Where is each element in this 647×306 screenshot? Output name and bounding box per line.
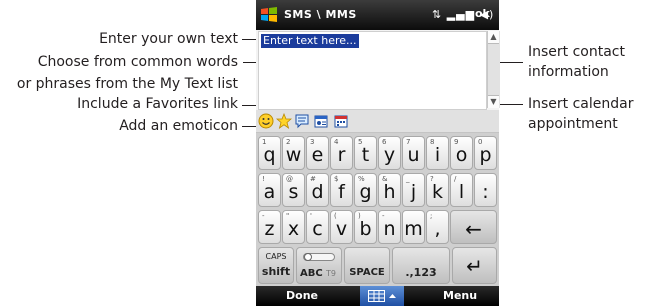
key-u[interactable]: 7u <box>402 136 425 170</box>
callout-contact-2: information <box>528 64 609 80</box>
callout-choose-common-1: Choose from common words <box>37 54 238 70</box>
caps-shift-key[interactable]: CAPS shift <box>258 247 294 284</box>
scroll-up-arrow-icon[interactable]: ▲ <box>488 31 499 44</box>
callout-favorites: Include a Favorites link <box>77 96 238 112</box>
callout-line-enter-text <box>242 39 256 40</box>
key-d[interactable]: # d <box>306 173 329 207</box>
title-bar: SMS \ MMS ⇅ ▂▄▆ ◀) ok <box>256 0 499 30</box>
scroll-down-arrow-icon[interactable]: ▼ <box>488 95 499 108</box>
symbols-label: .,123 <box>405 266 437 279</box>
app-title: SMS \ MMS <box>284 8 357 21</box>
callout-calendar-2: appointment <box>528 116 618 132</box>
ok-button[interactable]: ok <box>475 7 490 20</box>
abc-t9-toggle-key[interactable]: ABC T9 <box>296 247 342 284</box>
favorites-star-icon[interactable] <box>276 113 292 129</box>
input-method-selector[interactable] <box>360 286 404 306</box>
menu-softkey[interactable]: Menu <box>443 289 477 302</box>
space-key[interactable]: SPACE <box>344 247 390 284</box>
key-m[interactable]: m <box>402 210 425 244</box>
insert-toolbar <box>256 110 499 133</box>
callout-choose-common-2: or phrases from the My Text list <box>16 76 238 92</box>
key-n[interactable]: -n <box>378 210 401 244</box>
message-placeholder: Enter text here... <box>261 34 359 48</box>
key-g[interactable]: % g <box>354 173 377 207</box>
key-v[interactable]: (v <box>330 210 353 244</box>
callout-contact-1: Insert contact <box>528 44 625 60</box>
phone-screen: SMS \ MMS ⇅ ▂▄▆ ◀) ok Enter text here...… <box>256 0 500 306</box>
toggle-switch-icon <box>303 253 335 261</box>
key-r[interactable]: 4r <box>330 136 353 170</box>
callout-emoticon: Add an emoticon <box>119 118 238 134</box>
key-f[interactable]: $ f <box>330 173 353 207</box>
backspace-icon: ← <box>465 217 482 241</box>
callout-calendar-1: Insert calendar <box>528 96 634 112</box>
key-h[interactable]: & h <box>378 173 401 207</box>
softkey-bar: Done Menu <box>256 286 499 306</box>
keyboard-icon <box>368 290 396 302</box>
key-s[interactable]: @ s <box>282 173 305 207</box>
key-z[interactable]: -z <box>258 210 281 244</box>
key-e[interactable]: 3e <box>306 136 329 170</box>
symbols-key[interactable]: .,123 <box>392 247 450 284</box>
key-y[interactable]: 6y <box>378 136 401 170</box>
my-text-icon[interactable] <box>294 113 310 129</box>
key-a[interactable]: ! a <box>258 173 281 207</box>
done-softkey[interactable]: Done <box>286 289 318 302</box>
key-q[interactable]: 1q <box>258 136 281 170</box>
contact-card-icon[interactable] <box>313 113 329 129</box>
key-c[interactable]: ' c <box>306 210 329 244</box>
key-x[interactable]: " x <box>282 210 305 244</box>
t9-label: T9 <box>326 269 336 278</box>
message-scrollbar[interactable]: ▲ ▼ <box>487 31 500 108</box>
enter-key[interactable]: ↵ <box>452 247 497 284</box>
key-o[interactable]: 9o <box>450 136 473 170</box>
windows-start-icon[interactable] <box>260 6 278 24</box>
caps-label: CAPS <box>265 252 287 261</box>
shift-label: shift <box>261 265 291 278</box>
key-k[interactable]: ? k <box>426 173 449 207</box>
key-comma[interactable]: ;, <box>426 210 449 244</box>
key-j[interactable]: _ j <box>402 173 425 207</box>
key-b[interactable]: ) b <box>354 210 377 244</box>
key-t[interactable]: 5t <box>354 136 377 170</box>
key-l[interactable]: / l <box>450 173 473 207</box>
key-colon[interactable]: : <box>474 173 497 207</box>
on-screen-keyboard: 1q 2w 3e 4r 5t 6y 7u 8i 9o 0p ! a @ s # d $… <box>256 133 499 286</box>
calendar-icon[interactable] <box>333 113 349 129</box>
message-text-area[interactable]: Enter text here... <box>258 31 487 110</box>
backspace-key[interactable]: ← <box>450 210 497 244</box>
key-p[interactable]: 0p <box>474 136 497 170</box>
key-i[interactable]: 8i <box>426 136 449 170</box>
emoticon-icon[interactable] <box>258 113 274 129</box>
callout-enter-text: Enter your own text <box>99 31 238 47</box>
abc-label: ABC <box>300 268 323 279</box>
key-w[interactable]: 2w <box>282 136 305 170</box>
space-label: SPACE <box>349 267 385 278</box>
callout-line-emoticon <box>242 126 256 127</box>
enter-icon: ↵ <box>466 254 483 278</box>
